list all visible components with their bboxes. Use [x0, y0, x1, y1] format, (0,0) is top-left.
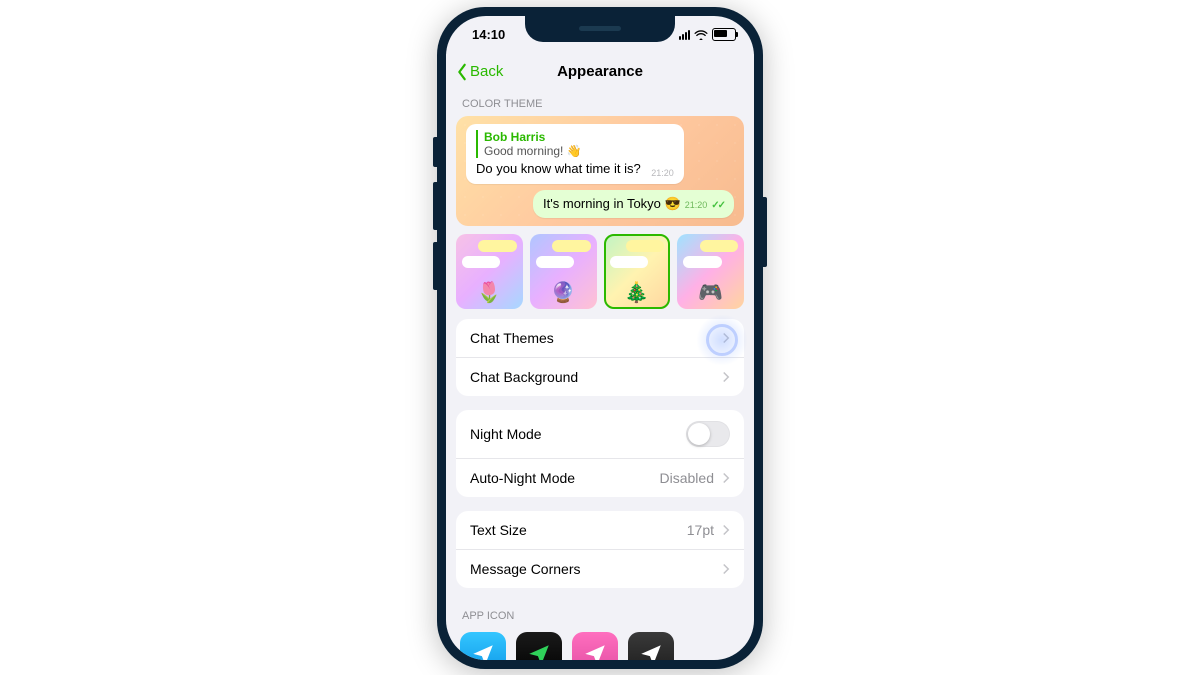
row-label: Chat Background: [470, 369, 578, 385]
paper-plane-icon: [526, 642, 552, 659]
preview-incoming-text: Do you know what time it is?: [476, 161, 641, 176]
theme-preview: Bob Harris Good morning! 👋 Do you know w…: [456, 116, 744, 226]
status-time: 14:10: [472, 27, 505, 42]
list-group-night: Night Mode Auto-Night Mode Disabled: [456, 410, 744, 497]
theme-swatch-emoji: 🎮: [677, 280, 744, 305]
app-icons-row[interactable]: [446, 628, 754, 659]
battery-icon: [712, 28, 736, 41]
row-chat-background[interactable]: Chat Background: [456, 357, 744, 396]
theme-swatch-1[interactable]: 🌷: [456, 234, 523, 310]
notch: [525, 16, 675, 42]
row-message-corners[interactable]: Message Corners: [456, 549, 744, 588]
row-text-size[interactable]: Text Size 17pt: [456, 511, 744, 549]
cellular-icon: [679, 30, 690, 40]
stage: 14:10 Back Appearance COLOR THEME: [0, 0, 1200, 675]
theme-swatch-4[interactable]: 🎮: [677, 234, 744, 310]
row-value: Disabled: [660, 470, 714, 486]
app-icon-option-1[interactable]: [460, 632, 506, 659]
back-label: Back: [470, 63, 503, 80]
row-label: Chat Themes: [470, 330, 554, 346]
list-group-themes: Chat Themes Chat Background: [456, 319, 744, 396]
row-auto-night[interactable]: Auto-Night Mode Disabled: [456, 458, 744, 497]
theme-swatches-row[interactable]: 🌷 🔮 🎄 🎮: [446, 226, 754, 320]
section-header-app-icon: APP ICON: [446, 602, 754, 628]
wifi-icon: [694, 30, 708, 40]
theme-swatch-emoji: 🎄: [604, 280, 671, 305]
paper-plane-icon: [582, 642, 608, 659]
theme-swatch-emoji: 🔮: [530, 280, 597, 305]
chevron-right-icon: [722, 332, 730, 344]
theme-swatch-2[interactable]: 🔮: [530, 234, 597, 310]
screen: 14:10 Back Appearance COLOR THEME: [446, 16, 754, 660]
app-icon-option-4[interactable]: [628, 632, 674, 659]
chevron-right-icon: [722, 371, 730, 383]
row-value: 17pt: [687, 522, 714, 538]
read-checks-icon: ✓✓: [711, 200, 724, 211]
app-icon-option-3[interactable]: [572, 632, 618, 659]
chevron-left-icon: [456, 63, 468, 81]
row-label: Auto-Night Mode: [470, 470, 575, 486]
row-night-mode[interactable]: Night Mode: [456, 410, 744, 458]
paper-plane-icon: [638, 642, 664, 659]
list-group-text: Text Size 17pt Message Corners: [456, 511, 744, 588]
preview-reply-text: Good morning! 👋: [484, 144, 674, 158]
chevron-right-icon: [722, 472, 730, 484]
paper-plane-icon: [470, 642, 496, 659]
preview-incoming-time: 21:20: [651, 168, 674, 178]
nav-bar: Back Appearance: [446, 54, 754, 90]
preview-outgoing-bubble: It's morning in Tokyo 😎 21:20 ✓✓: [533, 190, 734, 218]
row-chat-themes[interactable]: Chat Themes: [456, 319, 744, 357]
preview-incoming-bubble: Bob Harris Good morning! 👋 Do you know w…: [466, 124, 684, 184]
preview-outgoing-text: It's morning in Tokyo 😎: [543, 196, 681, 212]
row-label: Message Corners: [470, 561, 581, 577]
app-icon-option-2[interactable]: [516, 632, 562, 659]
row-label: Night Mode: [470, 426, 542, 442]
section-header-color-theme: COLOR THEME: [446, 90, 754, 116]
theme-swatch-3[interactable]: 🎄: [604, 234, 671, 310]
night-mode-switch[interactable]: [686, 421, 730, 447]
chevron-right-icon: [722, 563, 730, 575]
chevron-right-icon: [722, 524, 730, 536]
phone-frame: 14:10 Back Appearance COLOR THEME: [437, 7, 763, 669]
preview-outgoing-time: 21:20: [685, 200, 708, 210]
content[interactable]: COLOR THEME Bob Harris Good morning! 👋 D…: [446, 90, 754, 660]
theme-swatch-emoji: 🌷: [456, 280, 523, 305]
back-button[interactable]: Back: [456, 63, 503, 81]
row-label: Text Size: [470, 522, 527, 538]
preview-reply-name: Bob Harris: [484, 130, 674, 144]
